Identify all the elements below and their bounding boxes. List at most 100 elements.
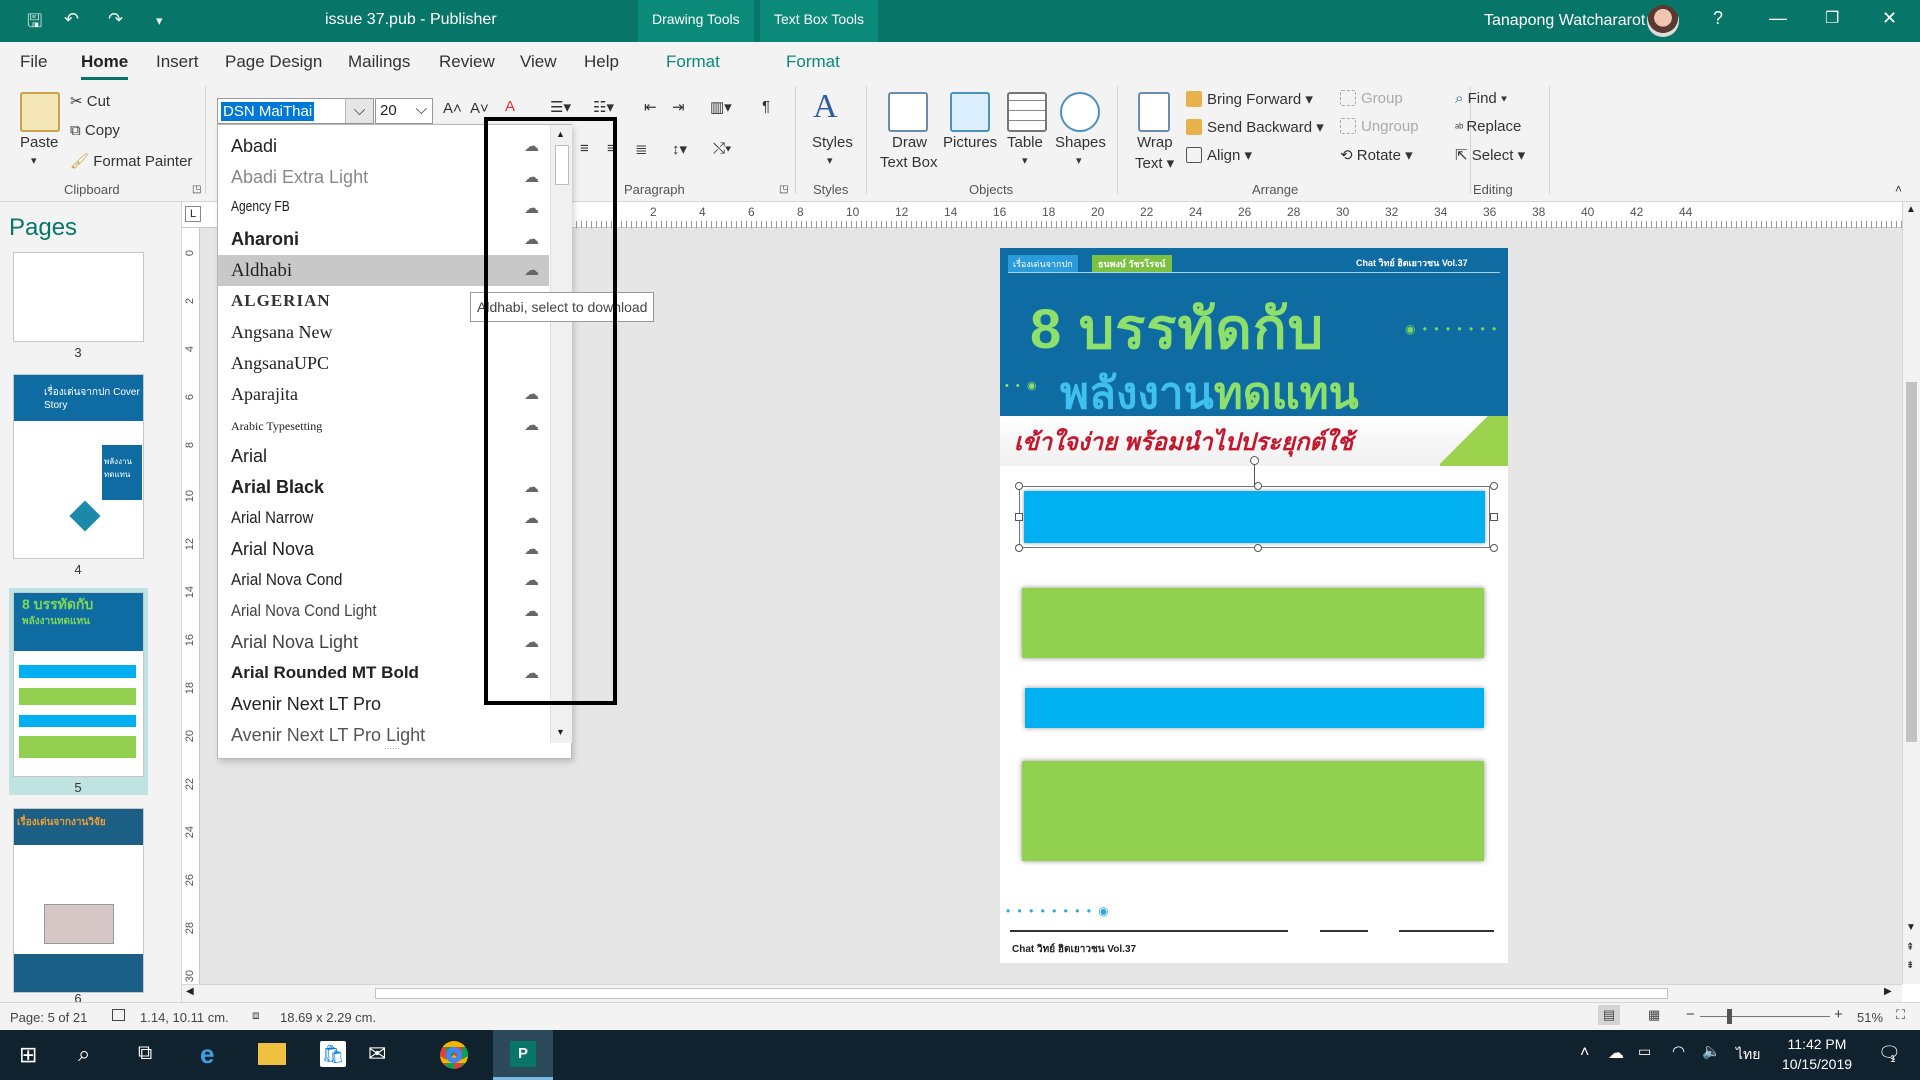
page-thumbnail-3[interactable]	[13, 252, 144, 342]
font-size-input[interactable]: 20	[380, 102, 397, 119]
tab-mailings[interactable]: Mailings	[348, 52, 410, 72]
replace-button[interactable]: ᵃᵇ Replace	[1455, 118, 1521, 135]
wrap-text-icon[interactable]	[1138, 92, 1170, 132]
clipboard-launcher-icon[interactable]: ◳	[192, 184, 201, 195]
page-thumbnail-4[interactable]: เรื่องเด่นจากปก Cover Story พลังงาน ทดแท…	[13, 374, 144, 559]
rotation-handle[interactable]	[1250, 456, 1259, 465]
font-name-input[interactable]: DSN MaiThai	[221, 102, 315, 121]
page-indicator[interactable]: Page: 5 of 21	[10, 1010, 87, 1025]
single-page-view-icon[interactable]: ▤	[1598, 1005, 1620, 1025]
tab-format-drawing[interactable]: Format	[666, 52, 720, 72]
tab-page-design[interactable]: Page Design	[225, 52, 322, 72]
publisher-taskbar-button[interactable]: P	[493, 1030, 553, 1080]
onedrive-cloud-icon[interactable]: ☁	[1608, 1043, 1624, 1063]
zoom-in-icon[interactable]: +	[1834, 1006, 1843, 1023]
chevron-up-icon[interactable]: ˄	[1580, 1044, 1589, 1062]
page-thumbnail-6[interactable]: เรื่องเด่นจากงานวิจัย	[13, 808, 144, 993]
text-direction-icon[interactable]: ⤭▾	[713, 140, 731, 157]
scroll-right-icon[interactable]: ▶	[1884, 986, 1892, 997]
restore-button[interactable]: ❐	[1825, 8, 1839, 28]
publication-page[interactable]: เรื่องเด่นจากปก ธนพงษ์ วัชรโรจน์ Chat วิ…	[1000, 248, 1508, 963]
close-button[interactable]: ✕	[1882, 8, 1897, 29]
pictures-button[interactable]: Pictures	[943, 134, 997, 151]
selected-text-box[interactable]	[1019, 486, 1490, 548]
copy-button[interactable]: ⧉ Copy	[70, 122, 120, 139]
paste-button[interactable]: Paste	[20, 134, 58, 151]
cut-button[interactable]: ✂ Cut	[70, 92, 110, 110]
wifi-icon[interactable]: ◠	[1672, 1042, 1685, 1060]
font-name-combobox[interactable]: DSN MaiThai ⌵	[217, 98, 374, 124]
vertical-scrollbar[interactable]: ▲ ▼ ⇞ ⇟	[1902, 202, 1920, 984]
chevron-down-icon[interactable]: ⌵	[345, 99, 373, 123]
tab-home[interactable]: Home	[81, 52, 129, 80]
paste-dropdown-icon[interactable]: ▾	[31, 154, 37, 167]
collapse-ribbon-icon[interactable]: ˄	[1895, 182, 1902, 196]
help-button[interactable]: ?	[1713, 8, 1723, 29]
ungroup-button[interactable]: Ungroup	[1340, 118, 1419, 135]
mail-icon[interactable]: ✉	[368, 1041, 386, 1067]
find-button[interactable]: ⌕ Find ▾	[1455, 90, 1507, 107]
resize-handle[interactable]	[1490, 482, 1498, 490]
redo-icon[interactable]: ↷	[108, 9, 123, 30]
vertical-ruler[interactable]: 0 2 4 6 8 10 12 14 16 18 20 22 24 26 28 30	[182, 228, 200, 984]
resize-handle[interactable]	[1015, 544, 1023, 552]
save-icon[interactable]: 🖫	[27, 9, 42, 39]
scroll-down-icon[interactable]: ▼	[1906, 922, 1916, 933]
rotate-button[interactable]: ⟲ Rotate ▾	[1340, 146, 1413, 164]
select-button[interactable]: ⇱ Select ▾	[1455, 146, 1525, 164]
resize-handle[interactable]	[1254, 482, 1262, 490]
windows-start-icon[interactable]: ⊞	[19, 1042, 37, 1068]
scroll-up-icon[interactable]: ▲	[1906, 204, 1916, 215]
paragraph-launcher-icon[interactable]: ◳	[779, 184, 788, 195]
clear-formatting-icon[interactable]: A	[505, 98, 515, 115]
resize-grip-icon[interactable]: ⋯⋯	[384, 744, 400, 753]
undo-icon[interactable]: ↶	[64, 9, 79, 30]
justify-icon[interactable]: ≣	[635, 140, 648, 158]
search-icon[interactable]: ⌕	[78, 1041, 90, 1067]
tab-insert[interactable]: Insert	[156, 52, 199, 72]
clock-time[interactable]: 11:42 PM	[1782, 1036, 1852, 1052]
tab-view[interactable]: View	[520, 52, 557, 72]
zoom-slider-thumb[interactable]	[1727, 1009, 1732, 1024]
format-painter-button[interactable]: 🖌 Format Painter	[70, 152, 192, 170]
green-text-box[interactable]	[1022, 761, 1484, 861]
styles-icon[interactable]: A	[813, 88, 838, 126]
resize-handle[interactable]	[1490, 513, 1498, 521]
edge-browser-icon[interactable]: e	[200, 1039, 214, 1070]
wrap-text-button[interactable]: Wrap	[1137, 134, 1173, 151]
tab-selector-icon[interactable]: L	[185, 206, 201, 222]
grow-font-icon[interactable]: A˄	[443, 100, 462, 117]
zoom-out-icon[interactable]: −	[1686, 1006, 1695, 1023]
cyan-text-box[interactable]	[1025, 688, 1484, 728]
send-backward-button[interactable]: Send Backward ▾	[1186, 118, 1324, 136]
customize-qat-icon[interactable]: ▾	[156, 13, 163, 29]
pictures-icon[interactable]	[950, 92, 990, 132]
chrome-icon[interactable]	[440, 1041, 468, 1069]
font-size-combobox[interactable]: 20 ⌵	[375, 98, 433, 124]
scroll-down-icon[interactable]: ▼	[556, 727, 565, 737]
clock-date[interactable]: 10/15/2019	[1774, 1056, 1860, 1072]
resize-handle[interactable]	[1254, 544, 1262, 552]
tab-help[interactable]: Help	[584, 52, 619, 72]
task-view-icon[interactable]: ⧉	[138, 1042, 152, 1065]
styles-button[interactable]: Styles	[812, 134, 853, 151]
increase-indent-icon[interactable]: ⇥	[672, 98, 685, 116]
minimize-button[interactable]: —	[1769, 8, 1787, 29]
line-spacing-icon[interactable]: ↕▾	[672, 140, 687, 158]
fit-page-icon[interactable]: ⛶	[1896, 1007, 1905, 1023]
resize-handle[interactable]	[1015, 482, 1023, 490]
table-icon[interactable]	[1007, 92, 1047, 132]
shapes-dropdown-icon[interactable]: ▾	[1076, 154, 1082, 167]
page-thumbnail-5[interactable]: 8 บรรทัดกับ พลังงานทดแทน	[13, 592, 144, 777]
zoom-slider-track[interactable]	[1700, 1016, 1830, 1017]
user-name[interactable]: Tanapong Watchararot	[1484, 12, 1645, 30]
horizontal-scroll-thumb[interactable]	[375, 988, 1668, 999]
align-button[interactable]: Align ▾	[1186, 146, 1252, 164]
vertical-scroll-thumb[interactable]	[1906, 382, 1917, 742]
tab-file[interactable]: File	[20, 52, 47, 72]
table-button[interactable]: Table	[1007, 134, 1043, 151]
numbering-icon[interactable]: ☷▾	[593, 98, 614, 116]
next-page-icon[interactable]: ⇟	[1906, 960, 1914, 971]
volume-icon[interactable]: 🔈	[1702, 1042, 1721, 1060]
decrease-indent-icon[interactable]: ⇤	[644, 98, 657, 116]
